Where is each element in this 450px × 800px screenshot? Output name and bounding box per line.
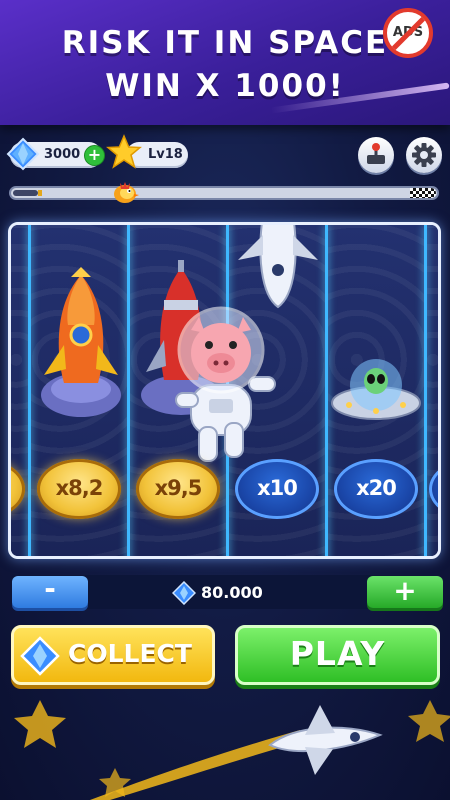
progress-fill: [13, 190, 38, 196]
decrease-bet-button[interactable]: -: [12, 575, 88, 608]
promo-headline-line2: WIN X 1000!: [105, 68, 345, 104]
joystick-button[interactable]: [358, 137, 394, 173]
multiplier-coin: x8,2: [37, 459, 121, 519]
gear-icon: [412, 143, 436, 167]
increase-bet-button[interactable]: +: [367, 576, 443, 608]
joystick-icon: [367, 143, 385, 164]
multiplier-board: x8,2 x9,5 x10 x20: [8, 222, 441, 559]
collect-gem-icon: [20, 636, 60, 676]
collect-label: COLLECT: [68, 639, 192, 668]
gem-balance: 3000: [44, 147, 81, 162]
lane-divider: [28, 225, 31, 556]
bet-gem-icon: [172, 581, 196, 605]
progress-marker: [38, 190, 42, 196]
ufo-alien-icon: [331, 359, 421, 420]
multiplier-label: x9,5: [154, 476, 203, 500]
lane-edge-right: [427, 225, 438, 556]
bet-amount: 80.000: [201, 583, 263, 602]
play-label: PLAY: [289, 634, 386, 673]
finish-flag: [410, 188, 436, 198]
multiplier-coin: x10: [235, 459, 319, 519]
multiplier-coin: x9,5: [136, 459, 220, 519]
pig-astronaut-icon: [175, 306, 276, 462]
progress-track: [9, 186, 439, 200]
promo-banner: [0, 0, 450, 125]
player-level: Lv18: [148, 147, 183, 162]
space-shuttle-icon: [238, 225, 318, 309]
gem-icon: [6, 137, 40, 171]
chicken-avatar-icon: [114, 182, 139, 203]
lane-divider: [424, 225, 427, 556]
settings-button[interactable]: [406, 137, 442, 173]
multiplier-label: x8,2: [55, 476, 104, 500]
star-icon: [106, 134, 142, 169]
bottom-shuttle-icon: [268, 705, 383, 775]
orange-rocket-icon: [41, 267, 121, 417]
add-gems-button[interactable]: +: [84, 145, 105, 166]
lane-divider: [127, 225, 130, 556]
lane-divider: [325, 225, 328, 556]
multiplier-label: x10: [257, 476, 298, 500]
no-ads-button[interactable]: ADS: [383, 8, 433, 58]
multiplier-coin: x20: [334, 459, 418, 519]
multiplier-label: x20: [356, 476, 397, 500]
